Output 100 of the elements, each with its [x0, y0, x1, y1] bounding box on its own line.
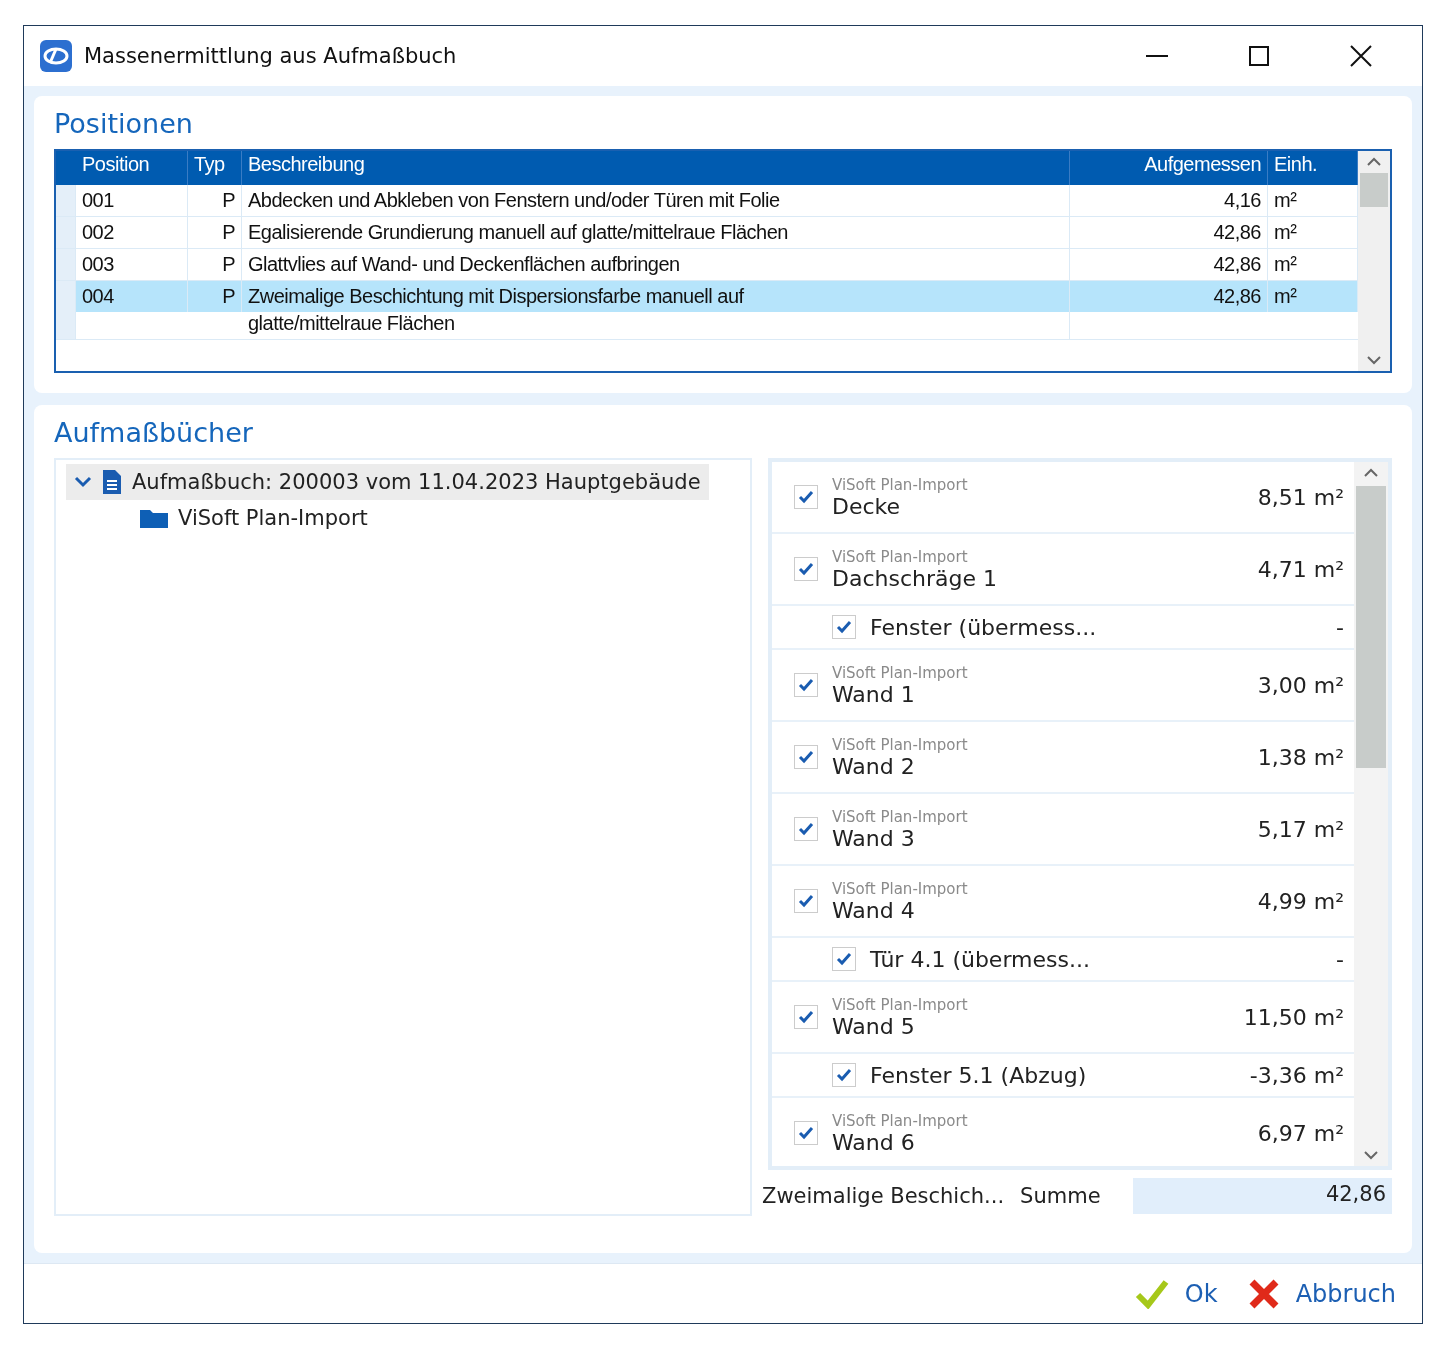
- checkbox[interactable]: [832, 615, 856, 639]
- table-cell: P: [188, 249, 242, 280]
- item-name: Decke: [832, 493, 902, 519]
- scroll-up-icon[interactable]: [1364, 468, 1378, 478]
- source-label: ViSoft Plan-Import: [832, 995, 969, 1014]
- table-cell: 002: [76, 217, 188, 248]
- source-label: ViSoft Plan-Import: [832, 547, 969, 566]
- section-heading: Aufmaßbücher: [54, 417, 254, 448]
- checkbox[interactable]: [794, 745, 818, 769]
- section-heading: Positionen: [54, 108, 194, 139]
- item-value: 4,99 m²: [1257, 888, 1344, 914]
- column-header[interactable]: Aufgemessen: [1070, 151, 1268, 185]
- source-label: ViSoft Plan-Import: [832, 879, 969, 898]
- checkbox[interactable]: [832, 947, 856, 971]
- item-value: -3,36 m²: [1249, 1062, 1344, 1088]
- source-label: ViSoft Plan-Import: [832, 1111, 969, 1130]
- table-cell: m²: [1268, 281, 1358, 312]
- checkmark-icon: [836, 952, 852, 966]
- tree-item[interactable]: ViSoft Plan-Import: [66, 500, 376, 536]
- scrollbar-thumb[interactable]: [1360, 173, 1388, 207]
- table-cell: 42,86: [1070, 249, 1268, 280]
- folder-icon: [140, 508, 168, 528]
- checkmark-icon: [798, 562, 814, 576]
- item-name: Wand 5: [832, 1013, 916, 1039]
- item-value: 6,97 m²: [1257, 1120, 1344, 1146]
- checkmark-icon: [798, 822, 814, 836]
- source-label: ViSoft Plan-Import: [832, 735, 969, 754]
- item-name: Tür 4.1 (übermess...: [870, 946, 1091, 972]
- scroll-down-icon[interactable]: [1364, 1150, 1378, 1160]
- close-icon: [1350, 45, 1372, 67]
- table-cell: P: [188, 185, 242, 216]
- checkmark-icon: [798, 490, 814, 504]
- checkbox[interactable]: [794, 485, 818, 509]
- chevron-down-icon[interactable]: [74, 476, 92, 488]
- position-label: Zweimalige Beschich...: [762, 1184, 1005, 1208]
- table-cell-text: glatte/mittelraue Flächen: [247, 312, 456, 336]
- item-name: Wand 6: [832, 1129, 916, 1155]
- scrollbar[interactable]: [1358, 151, 1390, 371]
- scroll-up-icon[interactable]: [1367, 157, 1381, 167]
- table-cell-text: Abdecken und Abkleben von Fenstern und/oder Türen mit Folie: [247, 188, 781, 213]
- checkbox[interactable]: [794, 673, 818, 697]
- checkmark-icon: [836, 620, 852, 634]
- checkbox[interactable]: [832, 1063, 856, 1087]
- item-name: Wand 4: [832, 897, 916, 923]
- checkmark-icon: [798, 678, 814, 692]
- table-cell: 42,86: [1070, 217, 1268, 248]
- item-name: Wand 3: [832, 825, 916, 851]
- scrollbar[interactable]: [1354, 462, 1388, 1166]
- checkmark-icon: [1134, 1278, 1169, 1309]
- cancel-button[interactable]: Abbruch: [1247, 1277, 1396, 1310]
- document-icon: [102, 470, 122, 494]
- table-cell: 003: [76, 249, 188, 280]
- checkmark-icon: [798, 1126, 814, 1140]
- item-value: -: [1336, 946, 1344, 972]
- table-cell: P: [188, 281, 242, 312]
- source-label: ViSoft Plan-Import: [832, 807, 969, 826]
- checkbox[interactable]: [794, 1121, 818, 1145]
- tree-item[interactable]: Aufmaßbuch: 200003 vom 11.04.2023 Hauptgebäude: [66, 464, 709, 500]
- checkbox[interactable]: [794, 889, 818, 913]
- ok-button[interactable]: Ok: [1134, 1278, 1218, 1309]
- item-value: 8,51 m²: [1257, 484, 1344, 510]
- table-cell: Zweimalige Beschichtung mit Dispersionsfarbe manuell auf: [242, 281, 1069, 312]
- window-title: Massenermittlung aus Aufmaßbuch: [84, 44, 458, 68]
- sum-value: 42,86: [1132, 1178, 1392, 1214]
- table-cell-text: Egalisierende Grundierung manuell auf glatte/mittelraue Flächen: [247, 220, 789, 245]
- item-value: 3,00 m²: [1257, 672, 1344, 698]
- table-cell-text: Glattvlies auf Wand- und Deckenflächen aufbringen: [247, 252, 681, 277]
- column-header[interactable]: Beschreibung: [242, 151, 1070, 185]
- table-cell: 004: [76, 281, 188, 312]
- item-name: Dachschräge 1: [832, 565, 998, 591]
- scroll-down-icon[interactable]: [1367, 355, 1381, 365]
- minimize-icon: [1146, 55, 1168, 57]
- item-value: 1,38 m²: [1257, 744, 1344, 770]
- item-value: 11,50 m²: [1243, 1004, 1344, 1030]
- item-name: Fenster 5.1 (Abzug): [870, 1062, 1088, 1088]
- checkbox[interactable]: [794, 1005, 818, 1029]
- sum-label: Summe: [1020, 1184, 1101, 1208]
- item-name: Wand 1: [832, 681, 916, 707]
- table-cell: 42,86: [1070, 281, 1268, 312]
- table-cell: 001: [76, 185, 188, 216]
- item-name: Fenster (übermess...: [870, 614, 1098, 640]
- checkmark-icon: [798, 894, 814, 908]
- maximize-icon: [1249, 46, 1269, 66]
- checkmark-icon: [798, 750, 814, 764]
- checkbox[interactable]: [794, 557, 818, 581]
- item-value: 4,71 m²: [1257, 556, 1344, 582]
- source-label: ViSoft Plan-Import: [832, 475, 969, 494]
- column-header[interactable]: Typ: [188, 151, 242, 185]
- table-cell: 4,16: [1070, 185, 1268, 216]
- checkmark-icon: [798, 1010, 814, 1024]
- close-icon: [1247, 1277, 1280, 1310]
- table-cell: P: [188, 217, 242, 248]
- scrollbar-thumb[interactable]: [1356, 486, 1386, 768]
- item-name: Wand 2: [832, 753, 916, 779]
- item-value: 5,17 m²: [1257, 816, 1344, 842]
- app-logo-icon: [40, 40, 72, 72]
- checkbox[interactable]: [794, 817, 818, 841]
- item-value: -: [1336, 614, 1344, 640]
- column-header[interactable]: Position: [76, 151, 188, 185]
- checkmark-icon: [836, 1068, 852, 1082]
